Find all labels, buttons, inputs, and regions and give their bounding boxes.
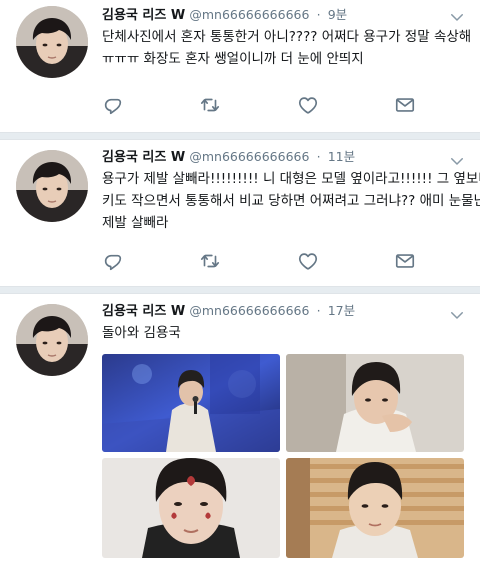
separator-dot: · (316, 303, 321, 318)
photo-grid (102, 354, 464, 558)
user-handle[interactable]: @mn66666666666 (189, 149, 309, 164)
envelope-icon[interactable] (394, 94, 416, 116)
reply-icon[interactable] (102, 250, 124, 272)
display-name[interactable]: 김용국 리즈 W (102, 304, 185, 319)
tweet-text-line: 제발 살빼라 (102, 215, 169, 231)
tweet-text: 단체사진에서 혼자 통통한거 아니???? 어쩌다 용구가 정말 속상해 ㅠㅠㅠ… (102, 26, 472, 70)
tweet-text: 돌아와 김용국 (102, 322, 464, 344)
tweet[interactable]: 김용국 리즈 W @mn66666666666 · 11분 용구가 제발 살빼라… (0, 140, 480, 286)
timestamp[interactable]: 9분 (328, 7, 347, 22)
avatar[interactable] (16, 150, 88, 222)
action-bar (0, 250, 480, 272)
user-handle[interactable]: @mn66666666666 (189, 7, 309, 22)
tweet[interactable]: 김용국 리즈 W @mn66666666666 · 9분 단체사진에서 혼자 통… (0, 0, 480, 132)
retweet-icon[interactable] (199, 250, 221, 272)
display-name[interactable]: 김용국 리즈 W (102, 150, 185, 165)
display-name[interactable]: 김용국 리즈 W (102, 8, 185, 23)
heart-icon[interactable] (297, 94, 319, 116)
tweet-text-line: 키도 작으면서 통통해서 비교 당하면 어쩌려고 그러냐?? 애미 눈물난다 (102, 193, 480, 209)
tweet-text-line: 돌아와 김용국 (102, 325, 181, 341)
timestamp[interactable]: 17분 (328, 303, 355, 318)
tweet-photo[interactable] (286, 458, 464, 558)
tweet-text: 용구가 제발 살빼라!!!!!!!!! 니 대형은 모델 옆이라고!!!!!! … (102, 168, 480, 234)
tweet-header: 김용국 리즈 W @mn66666666666 · 11분 (102, 148, 355, 166)
tweet-divider (0, 132, 480, 140)
tweet-text-line: 단체사진에서 혼자 통통한거 아니???? 어쩌다 용구가 정말 속상해 (102, 29, 472, 45)
action-bar (0, 94, 480, 116)
tweet-header: 김용국 리즈 W @mn66666666666 · 17분 (102, 302, 355, 320)
timestamp[interactable]: 11분 (328, 149, 355, 164)
tweet-text-line: ㅠㅠㅠ 화장도 혼자 쌩얼이니까 더 눈에 안띄지 (102, 51, 364, 67)
separator-dot: · (316, 7, 321, 22)
chevron-down-icon[interactable] (448, 8, 466, 26)
reply-icon[interactable] (102, 94, 124, 116)
envelope-icon[interactable] (394, 250, 416, 272)
tweet-header: 김용국 리즈 W @mn66666666666 · 9분 (102, 6, 347, 24)
avatar[interactable] (16, 304, 88, 376)
tweet-photo[interactable] (286, 354, 464, 452)
tweet-photo[interactable] (102, 458, 280, 558)
heart-icon[interactable] (297, 250, 319, 272)
retweet-icon[interactable] (199, 94, 221, 116)
user-handle[interactable]: @mn66666666666 (189, 303, 309, 318)
tweet[interactable]: 김용국 리즈 W @mn66666666666 · 17분 돌아와 김용국 (0, 294, 480, 566)
tweet-divider (0, 286, 480, 294)
avatar[interactable] (16, 6, 88, 78)
separator-dot: · (316, 149, 321, 164)
tweet-text-line: 용구가 제발 살빼라!!!!!!!!! 니 대형은 모델 옆이라고!!!!!! … (102, 171, 480, 187)
tweet-photo[interactable] (102, 354, 280, 452)
